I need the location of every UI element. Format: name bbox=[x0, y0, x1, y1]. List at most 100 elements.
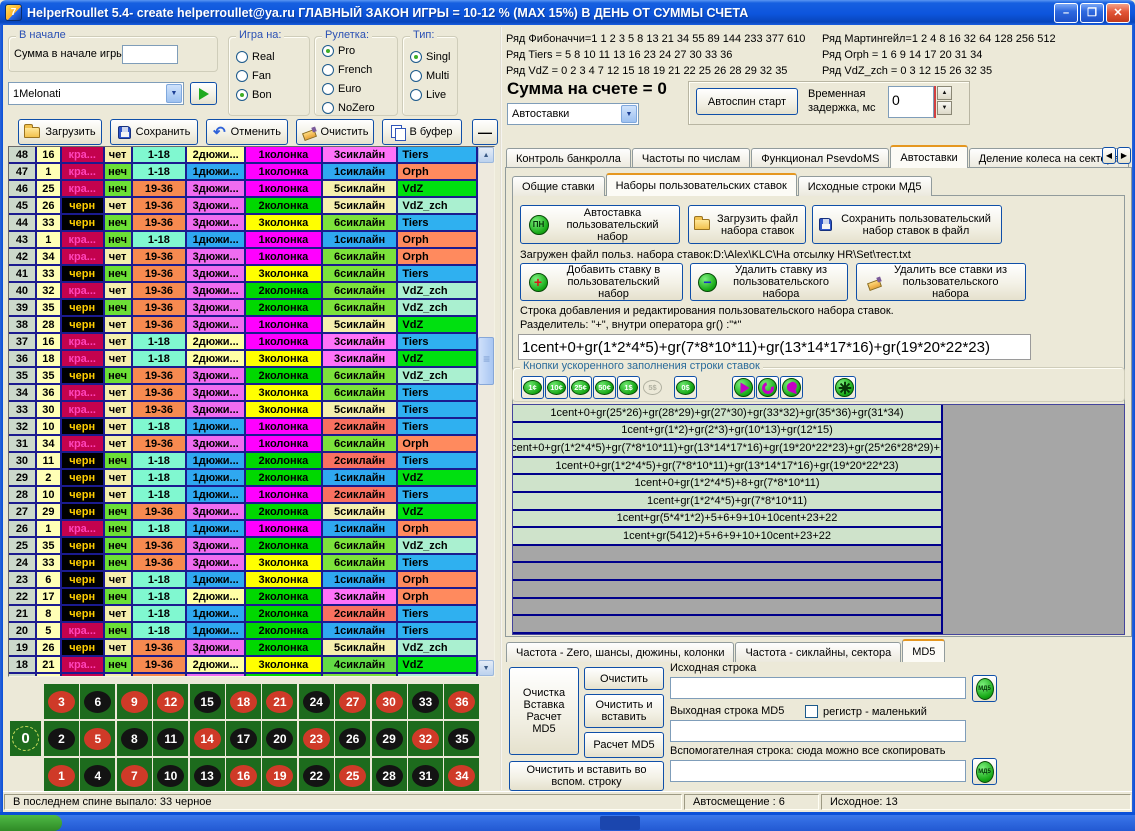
spinner-down-icon[interactable]: ▼ bbox=[937, 101, 952, 115]
md5-aux-input[interactable] bbox=[670, 760, 966, 782]
roulette-cell-30[interactable]: 30 bbox=[372, 684, 407, 719]
roulette-cell-6[interactable]: 6 bbox=[80, 684, 115, 719]
bet-set-row[interactable]: 1cent+0+gr(1*2*4*5)+8+gr(7*8*10*11) bbox=[513, 475, 941, 493]
swirl-action-button[interactable] bbox=[780, 376, 803, 399]
table-row[interactable]: 3535черннеч19-363дюжи...2колонка6сиклайн… bbox=[9, 368, 478, 385]
radio-bon[interactable]: Bon bbox=[236, 88, 309, 102]
loop-action-button[interactable] bbox=[756, 376, 779, 399]
md5-output-input[interactable] bbox=[670, 720, 966, 742]
undo-button[interactable]: ↶Отменить bbox=[206, 119, 288, 145]
tab-контроль-банкролла[interactable]: Контроль банкролла bbox=[506, 148, 631, 168]
quick-coin-button-25c[interactable]: 25¢ bbox=[569, 376, 592, 399]
bet-set-row[interactable]: 1cent+gr(5412)+5+6+9+10+10cent+23+22 bbox=[513, 528, 941, 546]
md5-big-button[interactable]: Очистка Вставка Расчет MD5 bbox=[509, 667, 579, 755]
roulette-cell-1[interactable]: 1 bbox=[44, 758, 79, 793]
delay-input[interactable]: 0 bbox=[888, 86, 934, 118]
roulette-cell-9[interactable]: 9 bbox=[117, 684, 152, 719]
bet-set-row[interactable]: 1cent+0+gr(1*2*4*5)+gr(7*8*10*11)+gr(13*… bbox=[513, 458, 941, 476]
roulette-cell-4[interactable]: 4 bbox=[80, 758, 115, 793]
roulette-cell-23[interactable]: 23 bbox=[299, 721, 334, 756]
minimize-button[interactable]: – bbox=[1054, 3, 1078, 23]
table-row[interactable]: 3716кра...чет1-182дюжи...1колонка3сиклай… bbox=[9, 334, 478, 351]
tab-исходные-строки-мд5[interactable]: Исходные строки МД5 bbox=[798, 176, 932, 196]
table-row[interactable]: 471кра...неч1-181дюжи...1колонка1сиклайн… bbox=[9, 164, 478, 181]
scrollbar-thumb[interactable] bbox=[478, 337, 494, 385]
table-row[interactable]: 1926чернчет19-363дюжи...2колонка5сиклайн… bbox=[9, 640, 478, 657]
table-row[interactable]: 2217черннеч1-182дюжи...2колонка3сиклайнO… bbox=[9, 589, 478, 606]
scroll-up-icon[interactable]: ▲ bbox=[478, 147, 494, 163]
load-button[interactable]: Загрузить bbox=[18, 119, 102, 145]
roulette-cell-3[interactable]: 3 bbox=[44, 684, 79, 719]
tab-автоставки[interactable]: Автоставки bbox=[890, 145, 967, 168]
play-action-button[interactable] bbox=[732, 376, 755, 399]
quick-coin-button-1d[interactable]: 1$ bbox=[617, 376, 640, 399]
md5-source-input[interactable] bbox=[670, 677, 966, 699]
taskbar-item[interactable] bbox=[600, 816, 640, 830]
bet-set-empty-row[interactable] bbox=[513, 546, 941, 564]
roulette-cell-17[interactable]: 17 bbox=[226, 721, 261, 756]
table-row[interactable]: 3330кра...чет19-363дюжи...3колонка5сикла… bbox=[9, 402, 478, 419]
title-bar[interactable]: 7 HelperRoullet 5.4- create helperroulle… bbox=[0, 0, 1135, 25]
spins-table-scrollbar[interactable]: ▲ ▼ bbox=[478, 147, 494, 676]
md5-clear-button[interactable]: Очистить bbox=[584, 667, 664, 690]
tab-scroll-right-button[interactable]: ▶ bbox=[1117, 147, 1131, 164]
md5-clear-paste-button[interactable]: Очистить и вставить bbox=[584, 694, 664, 728]
roulette-cell-7[interactable]: 7 bbox=[117, 758, 152, 793]
md5-run-button-1[interactable]: МД5 bbox=[972, 675, 997, 702]
table-row[interactable]: 4433черннеч19-363дюжи...3колонка6сиклайн… bbox=[9, 215, 478, 232]
roulette-cell-10[interactable]: 10 bbox=[153, 758, 188, 793]
table-row[interactable]: 3436кра...чет19-363дюжи...3колонка6сикла… bbox=[9, 385, 478, 402]
table-row[interactable]: 3935черннеч19-363дюжи...2колонка6сиклайн… bbox=[9, 300, 478, 317]
clear-button[interactable]: Очистить bbox=[296, 119, 374, 145]
table-row[interactable]: 3828чернчет19-363дюжи...1колонка5сиклайн… bbox=[9, 317, 478, 334]
table-row[interactable]: 3011черннеч1-181дюжи...2колонка2сиклайнT… bbox=[9, 453, 478, 470]
autobet-user-set-button[interactable]: ПН Автоставка пользовательский набор bbox=[520, 205, 680, 244]
roulette-cell-13[interactable]: 13 bbox=[190, 758, 225, 793]
md5-run-button-2[interactable]: МД5 bbox=[972, 758, 997, 785]
tab-scroll-left-button[interactable]: ◀ bbox=[1102, 147, 1116, 164]
bet-set-row[interactable]: 1cent+0+gr(25*26)+gr(28*29)+gr(27*30)+gr… bbox=[513, 405, 941, 423]
scroll-down-icon[interactable]: ▼ bbox=[478, 660, 494, 676]
save-button[interactable]: Сохранить bbox=[110, 119, 198, 145]
start-button[interactable] bbox=[0, 815, 62, 831]
bet-string-input[interactable]: 1cent+0+gr(1*2*4*5)+gr(7*8*10*11)+gr(13*… bbox=[518, 334, 1031, 360]
asterisk-action-button[interactable] bbox=[833, 376, 856, 399]
radio-singl[interactable]: Singl bbox=[410, 50, 457, 64]
roulette-cell-32[interactable]: 32 bbox=[408, 721, 443, 756]
start-sum-input[interactable] bbox=[122, 45, 178, 64]
load-bet-file-button[interactable]: Загрузить файл набора ставок bbox=[688, 205, 806, 244]
mode-combobox[interactable]: Автоставки ▼ bbox=[507, 103, 639, 125]
roulette-cell-22[interactable]: 22 bbox=[299, 758, 334, 793]
radio-fan[interactable]: Fan bbox=[236, 69, 309, 83]
bet-set-row[interactable]: 1cent+gr(1*2*4*5)+gr(7*8*10*11) bbox=[513, 493, 941, 511]
roulette-cell-26[interactable]: 26 bbox=[335, 721, 370, 756]
roulette-cell-16[interactable]: 16 bbox=[226, 758, 261, 793]
run-preset-button[interactable] bbox=[190, 82, 217, 105]
roulette-cell-0[interactable]: 0 bbox=[10, 721, 41, 756]
table-row[interactable]: 2810чернчет1-181дюжи...1колонка2сиклайнT… bbox=[9, 487, 478, 504]
table-row[interactable]: 3618кра...чет1-182дюжи...3колонка3сиклай… bbox=[9, 351, 478, 368]
table-row[interactable]: 1732кра...чет19-363дюжи...2колонка6сикла… bbox=[9, 674, 478, 676]
roulette-cell-15[interactable]: 15 bbox=[190, 684, 225, 719]
md5-calc-button[interactable]: Расчет MD5 bbox=[584, 732, 664, 758]
autospin-start-button[interactable]: Автоспин старт bbox=[696, 88, 798, 115]
table-row[interactable]: 1821кра...неч19-362дюжи...3колонка4сикла… bbox=[9, 657, 478, 674]
roulette-cell-20[interactable]: 20 bbox=[262, 721, 297, 756]
tab-частоты-по-числам[interactable]: Частоты по числам bbox=[632, 148, 750, 168]
lowercase-checkbox[interactable] bbox=[805, 705, 818, 718]
table-row[interactable]: 2535черннеч19-363дюжи...2колонка6сиклайн… bbox=[9, 538, 478, 555]
table-row[interactable]: 236чернчет1-181дюжи...3колонка1сиклайнOr… bbox=[9, 572, 478, 589]
roulette-cell-11[interactable]: 11 bbox=[153, 721, 188, 756]
table-row[interactable]: 4625кра...неч19-363дюжи...1колонка5сикла… bbox=[9, 181, 478, 198]
radio-nozero[interactable]: NoZero bbox=[322, 101, 397, 115]
quick-coin-button-0d[interactable]: 0$ bbox=[674, 376, 697, 399]
radio-pro[interactable]: Pro bbox=[322, 44, 397, 58]
table-row[interactable]: 2729черннеч19-363дюжи...2колонка5сиклайн… bbox=[9, 504, 478, 521]
roulette-cell-2[interactable]: 2 bbox=[44, 721, 79, 756]
roulette-cell-36[interactable]: 36 bbox=[444, 684, 479, 719]
radio-live[interactable]: Live bbox=[410, 88, 457, 102]
quick-coin-button-1c[interactable]: 1¢ bbox=[521, 376, 544, 399]
roulette-cell-29[interactable]: 29 bbox=[372, 721, 407, 756]
table-row[interactable]: 3134кра...чет19-363дюжи...1колонка6сикла… bbox=[9, 436, 478, 453]
roulette-cell-8[interactable]: 8 bbox=[117, 721, 152, 756]
